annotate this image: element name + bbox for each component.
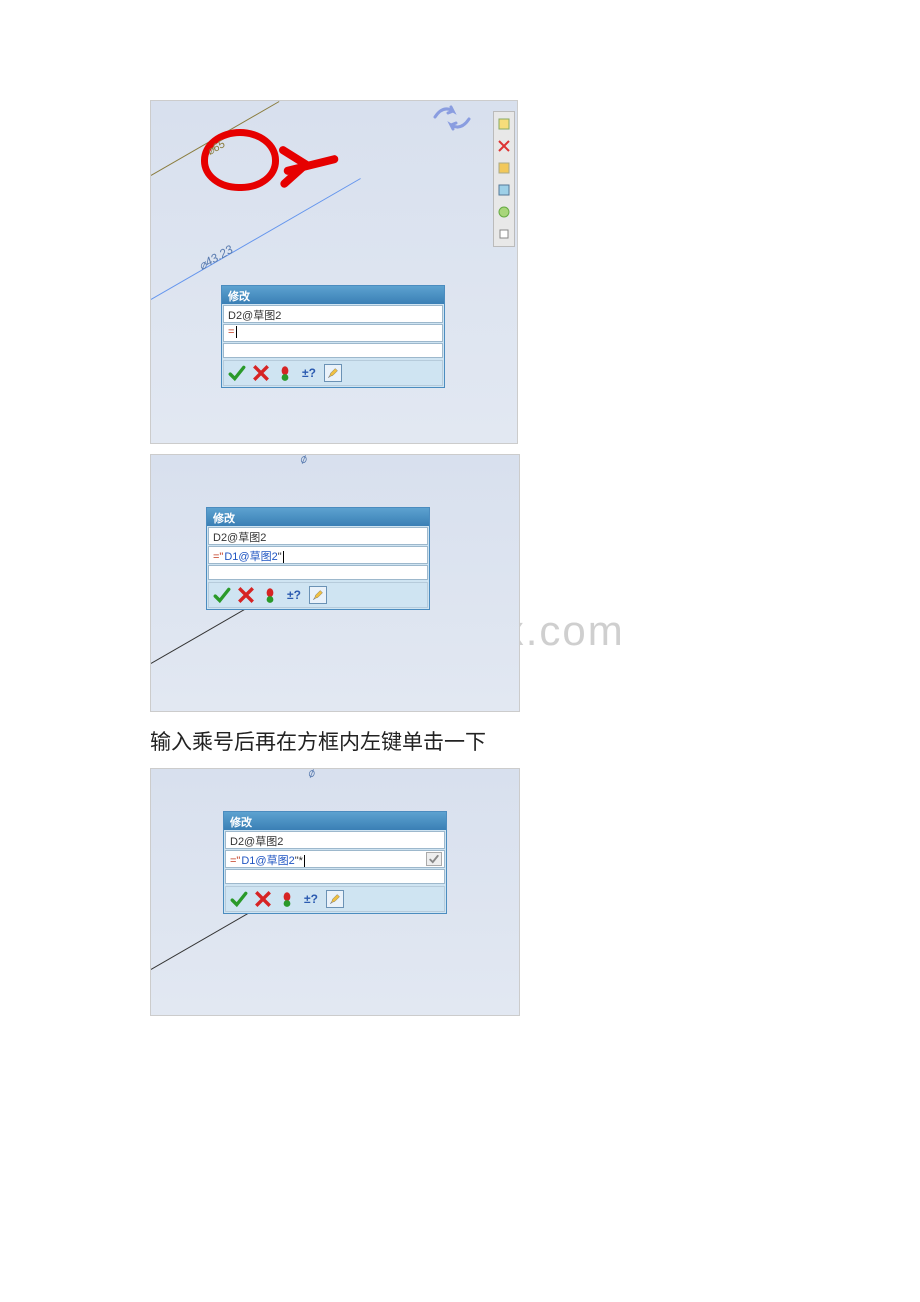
screenshot-2: ⌀ 修改 D2@草图2 ="D1@草图2" ±? xyxy=(150,454,520,712)
modify-dialog: 修改 D2@草图2 = ±? xyxy=(221,285,445,388)
dialog-button-row: ±? xyxy=(208,582,428,608)
rebuild-icon[interactable] xyxy=(276,364,294,382)
confirm-expression-icon[interactable] xyxy=(426,852,442,866)
dimension-label-d2[interactable]: ⌀43.23 xyxy=(196,242,235,273)
plus-minus-icon[interactable]: ±? xyxy=(300,364,318,382)
dimension-name-field[interactable]: D2@草图2 xyxy=(223,305,443,323)
result-field xyxy=(208,565,428,580)
dimension-label: ⌀ xyxy=(304,768,317,781)
cancel-icon[interactable] xyxy=(237,586,255,604)
rebuild-icon[interactable] xyxy=(278,890,296,908)
toolbar-button-3[interactable] xyxy=(494,158,514,178)
modify-dialog: 修改 D2@草图2 ="D1@草图2" ±? xyxy=(206,507,430,610)
modify-dialog: 修改 D2@草图2 ="D1@草图2"* ±? xyxy=(223,811,447,914)
expression-field[interactable]: ="D1@草图2" xyxy=(208,546,428,564)
dialog-title: 修改 xyxy=(207,508,429,526)
edit-icon[interactable] xyxy=(326,890,344,908)
edit-icon[interactable] xyxy=(324,364,342,382)
expression-field[interactable]: ="D1@草图2"* xyxy=(225,850,445,868)
dialog-button-row: ±? xyxy=(225,886,445,912)
ok-icon[interactable] xyxy=(230,890,248,908)
document-content: ⌀65 ⌀43.23 修改 D2@草图2 = ±? ⌀ 修改 D2@草图2 ="… xyxy=(0,0,920,1016)
result-field xyxy=(223,343,443,358)
dialog-button-row: ±? xyxy=(223,360,443,386)
ok-icon[interactable] xyxy=(213,586,231,604)
rebuild-icon[interactable] xyxy=(261,586,279,604)
instruction-text: 输入乘号后再在方框内左键单击一下 xyxy=(150,726,770,756)
dimension-name-field[interactable]: D2@草图2 xyxy=(208,527,428,545)
ok-icon[interactable] xyxy=(228,364,246,382)
cancel-icon[interactable] xyxy=(252,364,270,382)
screenshot-3: ⌀ 修改 D2@草图2 ="D1@草图2"* ±? xyxy=(150,768,520,1016)
cancel-icon[interactable] xyxy=(254,890,272,908)
dimension-name-field[interactable]: D2@草图2 xyxy=(225,831,445,849)
dimension-label: ⌀ xyxy=(296,454,309,467)
rotate-arrows-icon xyxy=(431,103,473,131)
close-icon[interactable] xyxy=(494,136,514,156)
toolbar-button-4[interactable] xyxy=(494,180,514,200)
dialog-title: 修改 xyxy=(224,812,446,830)
result-field xyxy=(225,869,445,884)
plus-minus-icon[interactable]: ±? xyxy=(302,890,320,908)
side-toolbar xyxy=(493,111,515,247)
screenshot-1: ⌀65 ⌀43.23 修改 D2@草图2 = ±? xyxy=(150,100,518,444)
expression-field[interactable]: = xyxy=(223,324,443,342)
annotation-circle xyxy=(201,129,279,191)
toolbar-button-1[interactable] xyxy=(494,114,514,134)
annotation-arrow xyxy=(283,161,339,169)
dialog-title: 修改 xyxy=(222,286,444,304)
toolbar-button-6[interactable] xyxy=(494,224,514,244)
edit-icon[interactable] xyxy=(309,586,327,604)
plus-minus-icon[interactable]: ±? xyxy=(285,586,303,604)
toolbar-button-5[interactable] xyxy=(494,202,514,222)
